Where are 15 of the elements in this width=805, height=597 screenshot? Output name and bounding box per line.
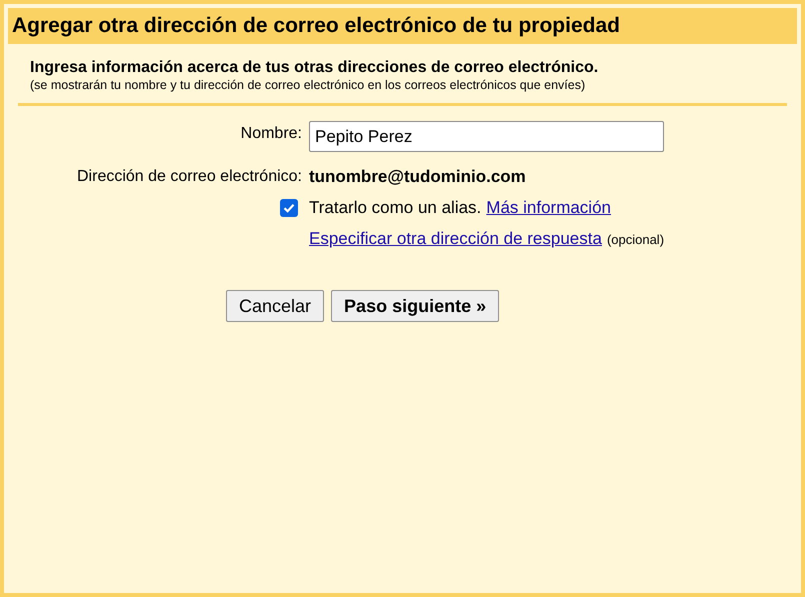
- checkmark-icon: [282, 201, 296, 215]
- alias-checkbox[interactable]: [280, 199, 298, 217]
- name-field[interactable]: Pepito Perez: [309, 121, 664, 152]
- dialog-title: Agregar otra dirección de correo electrónico de tu propiedad: [12, 13, 620, 40]
- optional-note: (opcional): [606, 231, 664, 249]
- email-value: tunombre@tudominio.com: [309, 167, 527, 187]
- name-label: Nombre:: [240, 124, 302, 144]
- next-step-button[interactable]: Paso siguiente »: [331, 290, 500, 322]
- section-heading: Ingresa información acerca de tus otras direcciones de correo electrónico.: [30, 58, 600, 78]
- email-label: Dirección de correo electrónico:: [76, 167, 302, 187]
- section-subheading: (se mostrarán tu nombre y tu dirección de correo electrónico en los correos electrónicos que envíes): [30, 78, 586, 93]
- more-info-link[interactable]: Más información: [486, 197, 611, 219]
- reply-address-link[interactable]: Especificar otra dirección de respuesta: [309, 228, 602, 250]
- alias-label: Tratarlo como un alias.: [309, 197, 482, 219]
- cancel-button[interactable]: Cancelar: [226, 290, 324, 322]
